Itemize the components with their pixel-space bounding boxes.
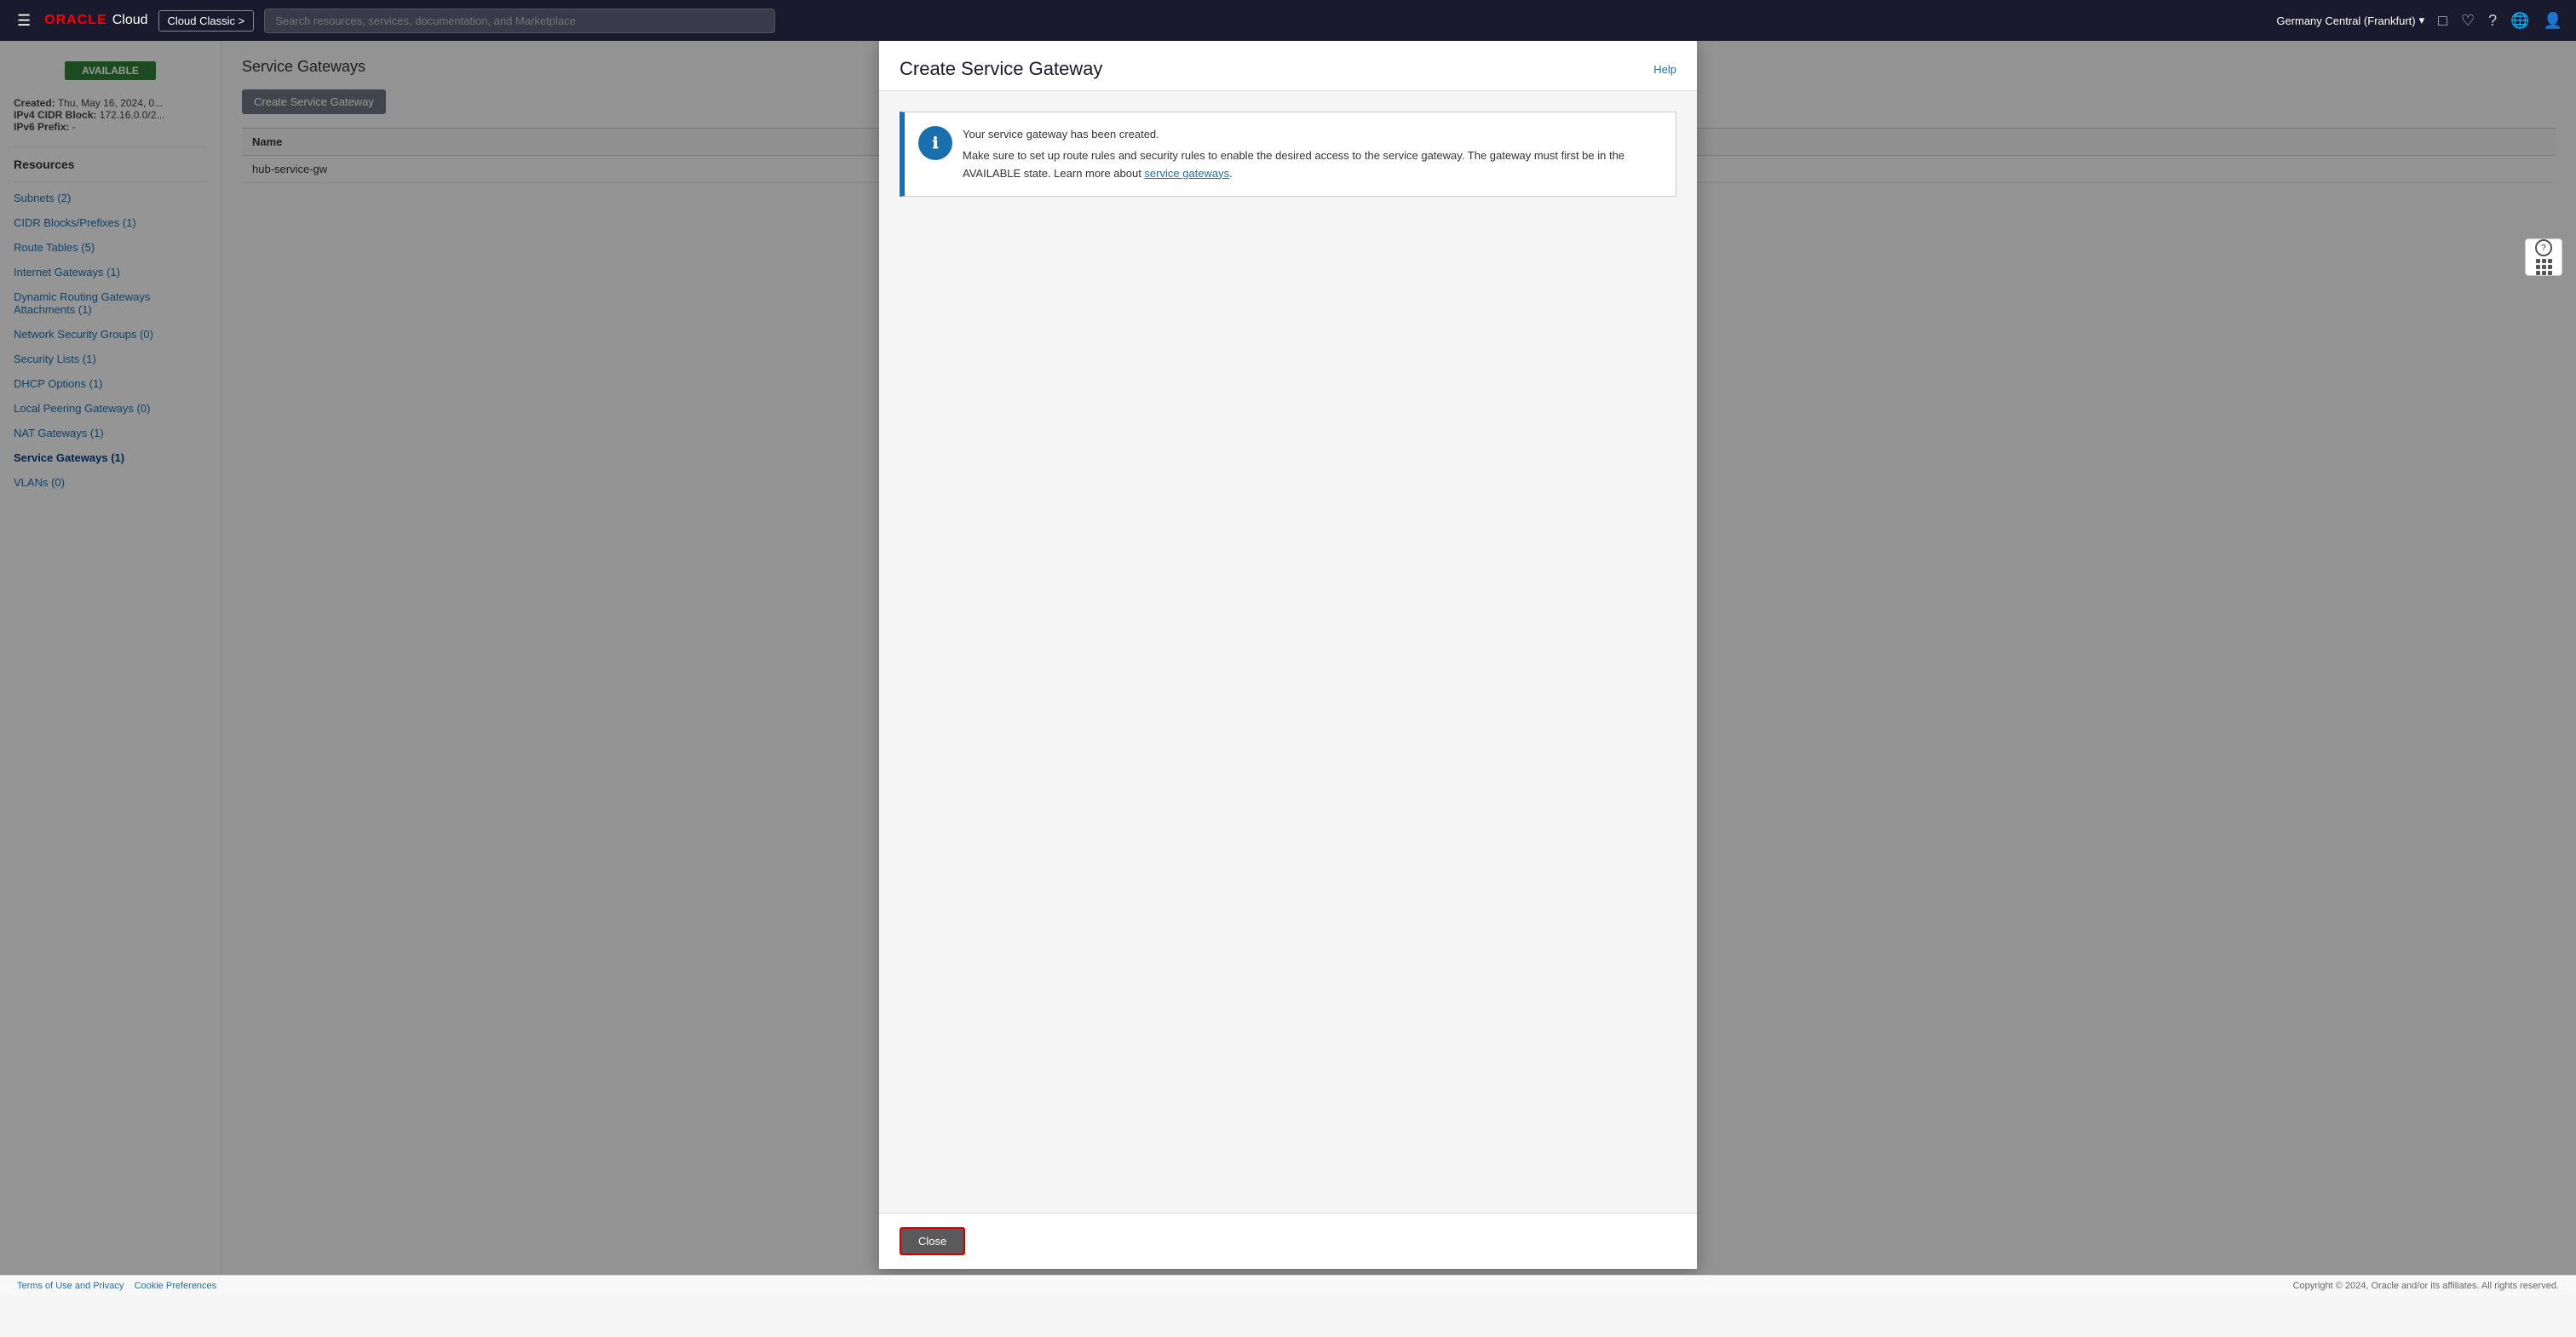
modal-header: Create Service Gateway Help: [879, 41, 1697, 91]
cloud-classic-button[interactable]: Cloud Classic >: [158, 10, 255, 32]
modal-title: Create Service Gateway: [900, 58, 1102, 80]
alert-icon-container: ℹ: [918, 126, 952, 160]
hamburger-menu-icon[interactable]: ☰: [14, 9, 34, 33]
top-navigation: ☰ ORACLE Cloud Cloud Classic > Germany C…: [0, 0, 2576, 41]
oracle-wordmark: ORACLE: [44, 13, 107, 28]
alert-content: Your service gateway has been created. M…: [963, 126, 1662, 182]
help-icon[interactable]: ?: [2488, 12, 2497, 30]
success-alert: ℹ Your service gateway has been created.…: [900, 112, 1676, 197]
region-selector[interactable]: Germany Central (Frankfurt) ▾: [2276, 14, 2424, 27]
modal-body: ℹ Your service gateway has been created.…: [879, 91, 1697, 1213]
modal-overlay: Create Service Gateway Help ℹ Your servi…: [0, 41, 2576, 1276]
global-search-input[interactable]: [264, 9, 775, 33]
developer-tools-icon[interactable]: □: [2438, 12, 2447, 30]
cookie-preferences-link[interactable]: Cookie Preferences: [135, 1281, 217, 1291]
topnav-right-section: Germany Central (Frankfurt) ▾ □ ♡ ? 🌐 👤: [2276, 12, 2562, 30]
modal-footer: Close: [879, 1213, 1697, 1269]
modal-help-link[interactable]: Help: [1653, 63, 1676, 76]
footer-right: Copyright © 2024, Oracle and/or its affi…: [2293, 1281, 2559, 1291]
help-ring-icon: ?: [2535, 239, 2552, 256]
page-footer: Terms of Use and Privacy Cookie Preferen…: [0, 1275, 2576, 1296]
language-icon[interactable]: 🌐: [2510, 12, 2529, 30]
cloud-wordmark: Cloud: [112, 13, 148, 28]
create-service-gateway-modal: Create Service Gateway Help ℹ Your servi…: [879, 41, 1697, 1269]
info-icon: ℹ: [933, 135, 939, 152]
alert-title: Your service gateway has been created.: [963, 126, 1662, 144]
close-button[interactable]: Close: [900, 1227, 965, 1255]
footer-left: Terms of Use and Privacy Cookie Preferen…: [17, 1281, 216, 1291]
oracle-logo: ORACLE Cloud: [44, 13, 147, 28]
floating-help-widget[interactable]: ?: [2525, 238, 2562, 276]
terms-link[interactable]: Terms of Use and Privacy: [17, 1281, 124, 1291]
profile-icon[interactable]: 👤: [2544, 12, 2562, 30]
grid-icon: [2536, 259, 2552, 275]
notifications-icon[interactable]: ♡: [2461, 12, 2475, 30]
service-gateways-link[interactable]: service gateways: [1144, 167, 1229, 180]
alert-body: Make sure to set up route rules and secu…: [963, 147, 1662, 183]
